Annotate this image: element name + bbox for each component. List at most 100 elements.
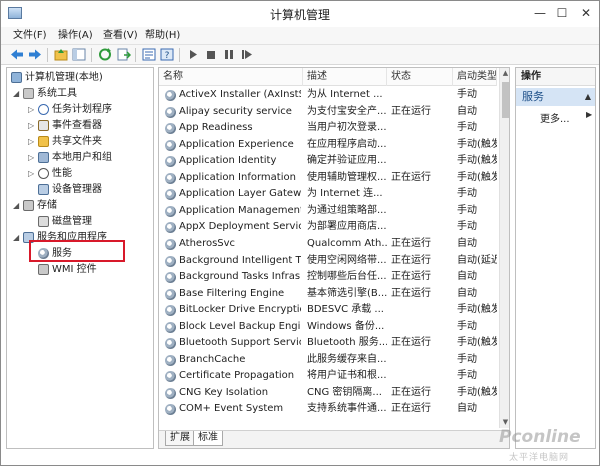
column-status[interactable]: 状态: [387, 68, 453, 86]
column-description[interactable]: 描述: [303, 68, 387, 86]
watermark-subtitle: 太平洋电脑网: [509, 453, 570, 463]
more-actions-arrow-icon[interactable]: ▶: [586, 110, 592, 119]
table-row[interactable]: Application Experience 在应用程序启动... 手动(触发: [159, 137, 497, 154]
service-status: [391, 120, 451, 136]
table-row[interactable]: ActiveX Installer (AxInstSV) 为从 Internet …: [159, 87, 497, 104]
table-row[interactable]: COM+ Event System 支持系统事件通... 正在运行 自动: [159, 401, 497, 418]
tree-item-storage[interactable]: ◢ 存储: [13, 198, 57, 213]
back-icon[interactable]: [9, 47, 25, 62]
collapsed-arrow-icon[interactable]: ▷: [28, 118, 37, 133]
table-row[interactable]: AtherosSvc Qualcomm Ath... 正在运行 自动: [159, 236, 497, 253]
minimize-button[interactable]: —: [531, 5, 549, 21]
more-actions-link[interactable]: 更多...: [540, 110, 570, 125]
service-name: AtherosSvc: [179, 237, 236, 249]
collapsed-arrow-icon[interactable]: ▷: [28, 102, 37, 117]
close-button[interactable]: ✕: [577, 5, 595, 21]
export-list-icon[interactable]: [115, 47, 132, 62]
service-description: Windows 备份...: [307, 320, 385, 332]
properties-icon[interactable]: [141, 47, 157, 62]
table-row[interactable]: Certificate Propagation 将用户证书和根... 手动: [159, 368, 497, 385]
toolbar: ?: [1, 45, 599, 65]
start-service-icon[interactable]: [185, 47, 201, 62]
table-row[interactable]: Application Information 使用辅助管理权... 正在运行 手动(…: [159, 170, 497, 187]
tree-item-shared-folders[interactable]: ▷ 共享文件夹: [28, 134, 102, 149]
menu-view[interactable]: 查看(V): [103, 29, 138, 43]
service-startup-type: 手动: [457, 353, 477, 365]
tree-item-device-manager[interactable]: 设备管理器: [37, 182, 102, 197]
collapsed-arrow-icon[interactable]: ▷: [28, 134, 37, 149]
table-row[interactable]: Application Identity 确定并验证应用... 手动(触发: [159, 153, 497, 170]
service-description: 为 Internet 连...: [307, 188, 383, 200]
services-list-pane: 名称 描述 状态 启动类型 ActiveX Installer (AxInstS…: [158, 67, 510, 449]
service-name: COM+ Event System: [179, 403, 284, 415]
expanded-arrow-icon[interactable]: ◢: [13, 230, 22, 245]
service-gear-icon: [165, 371, 176, 383]
service-status: 正在运行: [391, 171, 431, 183]
table-row[interactable]: CNG Key Isolation CNG 密钥隔离... 正在运行 手动(触发: [159, 385, 497, 402]
table-row[interactable]: Application Layer Gatewa... 为 Internet 连.…: [159, 186, 497, 203]
table-row[interactable]: Background Intelligent T... 使用空闲网络带... 正在运…: [159, 253, 497, 270]
computer-icon: [11, 72, 22, 83]
refresh-icon[interactable]: [97, 47, 113, 62]
service-name: BitLocker Drive Encryptio...: [179, 304, 301, 316]
service-status: [391, 186, 451, 202]
service-gear-icon: [165, 90, 176, 101]
tree-item-root[interactable]: 计算机管理(本地): [10, 70, 103, 85]
actions-section-label: 服务: [522, 90, 544, 103]
help-icon[interactable]: ?: [159, 47, 175, 62]
menu-file[interactable]: 文件(F): [13, 29, 47, 43]
expanded-arrow-icon[interactable]: ◢: [13, 86, 22, 101]
console-tree-icon[interactable]: [71, 47, 87, 62]
forward-icon[interactable]: [27, 47, 43, 62]
tree-item-local-users[interactable]: ▷ 本地用户和组: [28, 150, 112, 165]
up-folder-icon[interactable]: [53, 47, 69, 62]
column-startup-type[interactable]: 启动类型: [453, 68, 497, 86]
service-gear-icon: [165, 189, 176, 201]
maximize-button[interactable]: ☐: [553, 5, 571, 21]
service-startup-type: 自动: [457, 105, 477, 117]
table-row[interactable]: BitLocker Drive Encryptio... BDESVC 承载 ..…: [159, 302, 497, 319]
tree-item-event-viewer[interactable]: ▷ 事件查看器: [28, 118, 102, 133]
menu-help[interactable]: 帮助(H): [145, 29, 180, 43]
actions-section-services[interactable]: 服务 ▲: [516, 88, 595, 106]
service-startup-type: 自动: [457, 271, 477, 283]
service-name: Application Layer Gatewa...: [179, 188, 301, 200]
actions-pane: 操作 服务 ▲ 更多... ▶: [515, 67, 596, 449]
table-row[interactable]: Base Filtering Engine 基本筛选引擎(B... 正在运行 自动: [159, 286, 497, 303]
scroll-up-icon[interactable]: ▲: [500, 68, 509, 79]
service-gear-icon: [165, 272, 176, 284]
menu-action[interactable]: 操作(A): [58, 29, 93, 43]
service-gear-icon: [165, 156, 176, 168]
restart-service-icon[interactable]: [239, 47, 255, 62]
table-row[interactable]: Alipay security service 为支付宝安全产... 正在运行 自动: [159, 104, 497, 121]
scroll-thumb[interactable]: [502, 82, 509, 118]
tree-item-system-tools[interactable]: ◢ 系统工具: [13, 86, 77, 101]
table-row[interactable]: AppX Deployment Servic... 为部署应用商店... 手动: [159, 219, 497, 236]
tree-item-performance[interactable]: ▷ 性能: [28, 166, 72, 181]
collapsed-arrow-icon[interactable]: ▷: [28, 166, 37, 181]
tree-item-task-scheduler[interactable]: ▷ 任务计划程序: [28, 102, 112, 117]
table-row[interactable]: Background Tasks Infras... 控制哪些后台任... 正在运行…: [159, 269, 497, 286]
table-row[interactable]: Bluetooth Support Service Bluetooth 服务...…: [159, 335, 497, 352]
service-startup-type: 手动: [457, 89, 477, 100]
collapsed-arrow-icon[interactable]: ▷: [28, 150, 37, 165]
collapse-up-icon[interactable]: ▲: [585, 88, 591, 106]
column-name[interactable]: 名称: [159, 68, 303, 86]
table-row[interactable]: App Readiness 当用户初次登录... 手动: [159, 120, 497, 137]
table-row[interactable]: BranchCache 此服务缓存来自... 手动: [159, 352, 497, 369]
tree-item-wmi[interactable]: WMI 控件: [37, 262, 97, 277]
table-row[interactable]: Application Management 为通过组策略部... 手动: [159, 203, 497, 220]
vertical-scrollbar[interactable]: ▲ ▼: [499, 68, 509, 428]
tree-item-disk-management[interactable]: 磁盘管理: [37, 214, 92, 229]
tab-standard[interactable]: 标准: [193, 431, 223, 446]
stop-service-icon[interactable]: [203, 47, 219, 62]
tab-extended[interactable]: 扩展: [165, 431, 195, 446]
pause-service-icon[interactable]: [221, 47, 237, 62]
service-name: AppX Deployment Servic...: [179, 221, 301, 233]
title-bar: 计算机管理 — ☐ ✕: [1, 1, 599, 27]
service-startup-type: 手动: [457, 122, 477, 134]
service-startup-type: 自动(延迟: [457, 254, 497, 266]
service-startup-type: 手动(触发: [457, 337, 497, 349]
expanded-arrow-icon[interactable]: ◢: [13, 198, 22, 213]
table-row[interactable]: Block Level Backup Engi... Windows 备份... 手…: [159, 319, 497, 336]
